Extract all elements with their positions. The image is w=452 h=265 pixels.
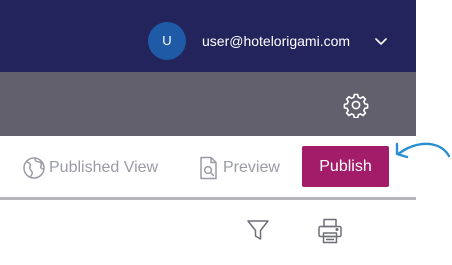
preview-button[interactable]: Preview [198, 156, 280, 180]
divider [0, 197, 416, 200]
globe-icon [23, 157, 45, 179]
chevron-down-icon[interactable] [374, 36, 388, 46]
published-view-button[interactable]: Published View [22, 156, 158, 180]
printer-icon[interactable] [316, 217, 344, 245]
document-search-icon [200, 156, 217, 180]
publish-button[interactable]: Publish [302, 146, 389, 187]
user-email-menu[interactable]: user@hotelorigami.com [202, 32, 350, 50]
curved-arrow-icon [395, 142, 451, 159]
published-view-label: Published View [49, 159, 159, 176]
preview-label: Preview [223, 159, 280, 176]
gear-icon[interactable] [343, 92, 369, 118]
user-avatar[interactable]: U [148, 22, 186, 60]
filter-icon[interactable] [245, 217, 271, 243]
